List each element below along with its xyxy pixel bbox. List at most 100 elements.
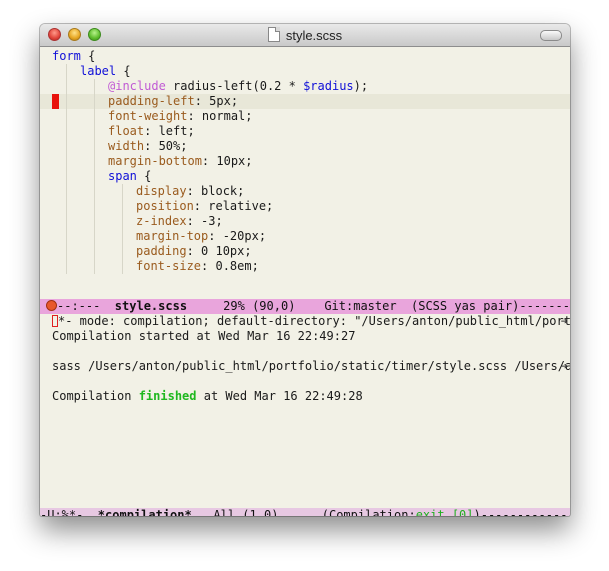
code-line[interactable]: @include radius-left(0.2 * $radius); (40, 79, 570, 94)
indent-guide (66, 124, 67, 139)
mode-line-buffer-name: style.scss (114, 299, 188, 313)
code-text: width: 50%; (108, 139, 187, 154)
indent-guide (94, 229, 95, 244)
indent-guide (66, 199, 67, 214)
indent-guide (122, 259, 123, 274)
editor-frame: form {label {@include radius-left(0.2 * … (40, 47, 570, 516)
code-line[interactable]: label { (40, 64, 570, 79)
code-token: { (136, 169, 152, 183)
code-token: ); (353, 79, 369, 93)
code-token: margin-top (136, 229, 209, 243)
code-text: font-weight: normal; (108, 109, 253, 124)
code-text: @include radius-left(0.2 * $radius); (108, 79, 368, 94)
compilation-command-line[interactable]: sass /Users/anton/public_html/portfolio/… (40, 359, 570, 374)
code-line[interactable]: position: relative; (40, 199, 570, 214)
code-text: margin-bottom: 10px; (108, 154, 253, 169)
compilation-finished-line: Compilation finished at Wed Mar 16 22:49… (52, 389, 363, 403)
code-line[interactable]: float: left; (40, 124, 570, 139)
code-text: margin-top: -20px; (136, 229, 266, 244)
indent-guide (94, 139, 95, 154)
indent-guide (66, 79, 67, 94)
code-token: @include (108, 79, 166, 93)
code-text: span { (108, 169, 151, 184)
line-wrap-arrow-icon: ➔ (560, 314, 568, 328)
line-wrap-arrow-icon: ➔ (560, 359, 568, 373)
code-text: font-size: 0.8em; (136, 259, 259, 274)
compilation-pane[interactable]: *- mode: compilation; default-directory:… (40, 314, 570, 508)
title-bar[interactable]: style.scss (40, 24, 570, 47)
code-token: : left; (144, 124, 195, 138)
window-title-text: style.scss (285, 28, 343, 43)
code-line[interactable]: margin-bottom: 10px; (40, 154, 570, 169)
code-line[interactable]: form { (40, 49, 570, 64)
code-token: z-index (136, 214, 187, 228)
indent-guide (94, 79, 95, 94)
indent-guide (94, 94, 95, 109)
code-line[interactable]: font-weight: normal; (40, 109, 570, 124)
code-token: label (80, 64, 117, 78)
indent-guide (94, 124, 95, 139)
mode-line-status: --:--- (57, 299, 115, 313)
indent-guide (66, 154, 67, 169)
code-token: font-weight (108, 109, 188, 123)
indent-guide (94, 259, 95, 274)
code-text: float: left; (108, 124, 195, 139)
code-token: { (116, 64, 131, 78)
code-text: label { (80, 64, 131, 79)
code-line[interactable]: padding-left: 5px; (40, 94, 570, 109)
code-line[interactable]: width: 50%; (40, 139, 570, 154)
toolbar-toggle-button[interactable] (540, 30, 562, 41)
code-line[interactable]: display: block; (40, 184, 570, 199)
indent-guide (66, 64, 67, 79)
code-token: : 5px; (194, 94, 239, 108)
mode-line-status: -U:%*- (40, 508, 98, 516)
indent-guide (94, 184, 95, 199)
exit-code: [0] (444, 508, 474, 516)
indent-guide (94, 244, 95, 259)
code-token: span (108, 169, 137, 183)
indent-guide (66, 214, 67, 229)
code-editor-pane[interactable]: form {label {@include radius-left(0.2 * … (40, 49, 570, 299)
indent-guide (122, 214, 123, 229)
code-text: padding: 0 10px; (136, 244, 252, 259)
indent-guide (94, 169, 95, 184)
indent-guide (66, 259, 67, 274)
code-line[interactable]: z-index: -3; (40, 214, 570, 229)
error-marker (52, 94, 59, 109)
code-line[interactable]: padding: 0 10px; (40, 244, 570, 259)
code-token: width (108, 139, 145, 153)
code-token: : 0.8em; (201, 259, 259, 273)
code-token: : block; (186, 184, 245, 198)
indent-guide (94, 154, 95, 169)
mode-line-inactive: -U:%*- *compilation* All (1,0) (Compilat… (40, 508, 570, 516)
indent-guide (66, 244, 67, 259)
code-token: : -3; (186, 214, 223, 228)
indent-guide (94, 214, 95, 229)
finished-status: finished (138, 389, 197, 403)
code-line[interactable]: font-size: 0.8em; (40, 259, 570, 274)
indent-guide (66, 109, 67, 124)
compilation-started-line: Compilation started at Wed Mar 16 22:49:… (52, 329, 356, 343)
emacs-window: style.scss form {label {@include radius-… (40, 24, 570, 516)
window-title: style.scss (40, 27, 570, 43)
code-token: padding (136, 244, 187, 258)
code-token: : relative; (193, 199, 274, 213)
code-line[interactable]: margin-top: -20px; (40, 229, 570, 244)
code-token: form (52, 49, 81, 63)
indent-guide (122, 184, 123, 199)
code-token: padding-left (108, 94, 195, 108)
indent-guide (66, 169, 67, 184)
indent-guide (94, 109, 95, 124)
indent-guide (66, 229, 67, 244)
code-text: padding-left: 5px; (108, 94, 238, 109)
indent-guide (122, 244, 123, 259)
code-text: form { (52, 49, 95, 64)
mode-line-position: 29% (90,0) Git:master (SCSS yas pair)---… (223, 299, 570, 313)
code-text: display: block; (136, 184, 244, 199)
code-token: $radius (303, 79, 354, 93)
mode-line-active: --:--- style.scss 29% (90,0) Git:master … (40, 299, 570, 314)
code-line[interactable]: span { (40, 169, 570, 184)
code-token: : -20px; (208, 229, 267, 243)
